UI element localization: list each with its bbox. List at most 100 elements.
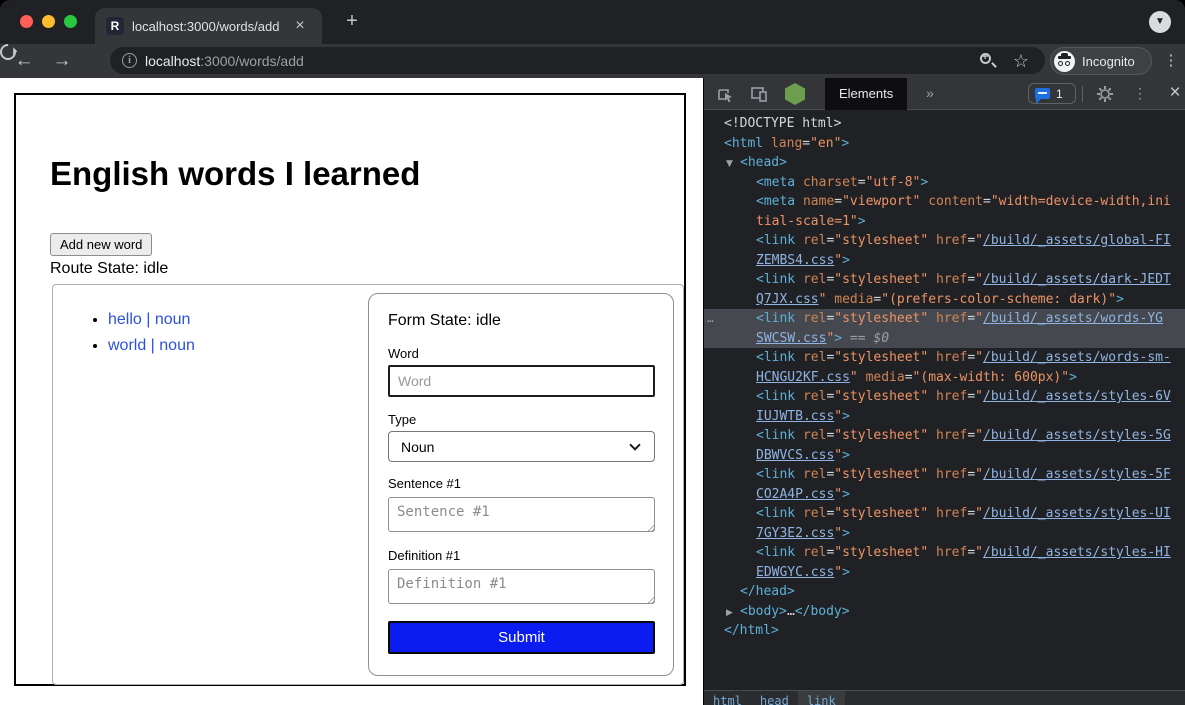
word-link[interactable]: world | noun [108, 337, 195, 354]
code-token: rel [795, 506, 826, 521]
zoom-icon[interactable]: + [977, 50, 999, 72]
code-token: CO2A4P.css [756, 487, 834, 502]
code-line[interactable]: HCNGU2KF.css" media="(max-width: 600px)"… [704, 368, 1185, 388]
submit-button[interactable]: Submit [388, 621, 655, 654]
maximize-window-button[interactable] [64, 15, 77, 28]
tab-search-chevron-icon[interactable]: ▼ [1149, 11, 1171, 33]
code-token: " [834, 448, 842, 463]
code-line[interactable]: ▶<body>…</body> [704, 602, 1185, 622]
forward-icon[interactable]: → [48, 47, 76, 75]
code-token: href [928, 545, 967, 560]
code-token: = [967, 506, 975, 521]
code-line[interactable]: <link rel="stylesheet" href="/build/_ass… [704, 348, 1185, 368]
code-token: = [967, 389, 975, 404]
code-token: " [975, 233, 983, 248]
type-select[interactable]: Noun [388, 431, 655, 462]
browser-tab[interactable]: R localhost:3000/words/add × [95, 8, 322, 44]
code-line[interactable]: </head> [704, 582, 1185, 602]
sentence-textarea[interactable] [388, 497, 655, 532]
code-line[interactable]: <link rel="stylesheet" href="/build/_ass… [704, 543, 1185, 563]
code-line[interactable]: <link rel="stylesheet" href="/build/_ass… [704, 387, 1185, 407]
code-line[interactable]: EDWGYC.css"> [704, 563, 1185, 583]
browser-menu-icon[interactable]: ⋮ [1162, 48, 1180, 74]
code-line[interactable]: <html lang="en"> [704, 134, 1185, 154]
devtools-menu-icon[interactable]: ⋮ [1132, 78, 1148, 110]
code-token: = [858, 175, 866, 190]
code-token: <link [756, 506, 795, 521]
code-line[interactable]: CO2A4P.css"> [704, 485, 1185, 505]
breadcrumb-item-head[interactable]: head [751, 691, 798, 705]
more-panels-icon[interactable]: » [926, 78, 934, 110]
code-line[interactable]: <link rel="stylesheet" href="/build/_ass… [704, 426, 1185, 446]
code-token: href [928, 467, 967, 482]
code-line[interactable]: SWCSW.css"> == $0 [704, 329, 1185, 349]
minimize-window-button[interactable] [42, 15, 55, 28]
issues-counter[interactable]: 1 [1028, 83, 1076, 104]
code-line[interactable]: <link rel="stylesheet" href="/build/_ass… [704, 465, 1185, 485]
devtools-close-icon[interactable]: × [1165, 78, 1185, 110]
word-input[interactable] [388, 365, 655, 397]
code-token: lang [763, 136, 802, 151]
code-line[interactable]: <link rel="stylesheet" href="/build/_ass… [704, 270, 1185, 290]
code-token: " [975, 389, 983, 404]
code-token: href [928, 389, 967, 404]
code-token: > [834, 331, 842, 346]
code-line[interactable]: <meta name="viewport" content="width=dev… [704, 192, 1185, 212]
code-token: /build/_assets/styles-5F [983, 467, 1171, 482]
code-line[interactable]: ZEMBS4.css"> [704, 251, 1185, 271]
code-line[interactable]: Q7JX.css" media="(prefers-color-scheme: … [704, 290, 1185, 310]
breadcrumb-item-link[interactable]: link [798, 691, 845, 705]
route-state-text: Route State: idle [50, 260, 168, 278]
site-info-icon[interactable]: i [122, 53, 137, 68]
code-token: /build/_assets/styles-UI [983, 506, 1171, 521]
code-token: " [975, 428, 983, 443]
code-token: " [975, 467, 983, 482]
code-token: 7GY3E2.css [756, 526, 834, 541]
tab-close-icon[interactable]: × [290, 16, 310, 36]
code-line[interactable]: <link rel="stylesheet" href="/build/_ass… [704, 231, 1185, 251]
code-line[interactable]: 7GY3E2.css"> [704, 524, 1185, 544]
node-icon[interactable] [785, 83, 805, 105]
code-token: "stylesheet" [834, 506, 928, 521]
tab-elements[interactable]: Elements [825, 78, 907, 110]
code-line[interactable]: <!DOCTYPE html> [704, 114, 1185, 134]
type-label: Type [388, 412, 416, 427]
code-line[interactable]: </html> [704, 621, 1185, 641]
definition-textarea[interactable] [388, 569, 655, 604]
code-token: <meta [756, 175, 795, 190]
code-line[interactable]: <meta charset="utf-8"> [704, 173, 1185, 193]
close-window-button[interactable] [20, 15, 33, 28]
code-token: " [834, 526, 842, 541]
code-line[interactable]: …<link rel="stylesheet" href="/build/_as… [704, 309, 1185, 329]
code-token: /build/_assets/dark-JEDT [983, 272, 1171, 287]
devtools-breadcrumb: htmlheadlink [704, 690, 1185, 705]
code-token: rel [795, 545, 826, 560]
device-toolbar-icon[interactable] [749, 84, 769, 104]
code-token: " [975, 350, 983, 365]
code-line[interactable]: DBWVCS.css"> [704, 446, 1185, 466]
code-line[interactable]: ▼<head> [704, 153, 1185, 173]
code-token: "viewport" [842, 194, 920, 209]
new-tab-button[interactable]: + [340, 10, 364, 34]
inspect-element-icon[interactable] [715, 84, 735, 104]
code-line[interactable]: tial-scale=1"> [704, 212, 1185, 232]
settings-gear-icon[interactable] [1095, 84, 1115, 104]
code-line[interactable]: IUJWTB.css"> [704, 407, 1185, 427]
address-bar[interactable]: i localhost:3000/words/add + ☆ [110, 47, 1045, 74]
add-new-word-button[interactable]: Add new word [50, 233, 152, 256]
word-list: hello | noun world | noun [70, 307, 195, 359]
line-options-icon[interactable]: … [707, 309, 715, 329]
browser-toolbar: ← → i localhost:3000/words/add + ☆ Incog… [0, 44, 1185, 78]
elements-tree: <!DOCTYPE html><html lang="en">▼<head><m… [704, 110, 1185, 690]
code-token: IUJWTB.css [756, 409, 834, 424]
breadcrumb-item-html[interactable]: html [704, 691, 751, 705]
code-token: " [975, 506, 983, 521]
code-token: <head> [740, 155, 787, 170]
code-token: > [842, 448, 850, 463]
word-link[interactable]: hello | noun [108, 311, 190, 328]
code-token: <link [756, 272, 795, 287]
code-token: " [975, 311, 983, 326]
code-token: href [928, 272, 967, 287]
bookmark-star-icon[interactable]: ☆ [1013, 48, 1029, 74]
code-line[interactable]: <link rel="stylesheet" href="/build/_ass… [704, 504, 1185, 524]
